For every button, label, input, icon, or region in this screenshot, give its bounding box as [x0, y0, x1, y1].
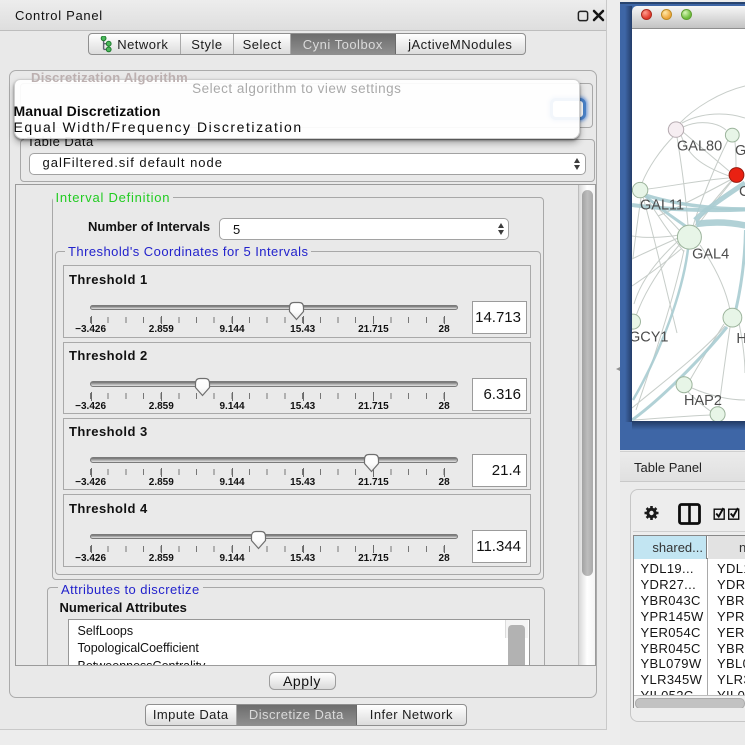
- svg-text:GCY1: GCY1: [632, 329, 669, 345]
- svg-text:GA: GA: [735, 143, 745, 159]
- svg-text:GAL11: GAL11: [640, 197, 684, 213]
- svg-text:GAL80: GAL80: [677, 138, 722, 154]
- svg-text:HAP2: HAP2: [684, 393, 722, 409]
- svg-text:GAL4: GAL4: [692, 246, 729, 262]
- svg-text:H: H: [736, 331, 745, 347]
- svg-text:C: C: [739, 184, 745, 200]
